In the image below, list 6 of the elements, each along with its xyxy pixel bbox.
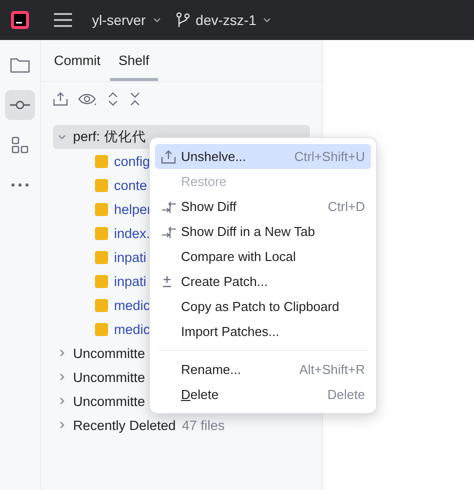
group-label: Recently Deleted <box>73 418 176 432</box>
group-label: Uncommitte <box>73 346 146 360</box>
file-count: 47 files <box>182 418 225 432</box>
group-label: Uncommitte <box>73 394 146 408</box>
group-label: Uncommitte <box>73 370 146 384</box>
group-label: perf: 优化代 <box>73 128 146 146</box>
